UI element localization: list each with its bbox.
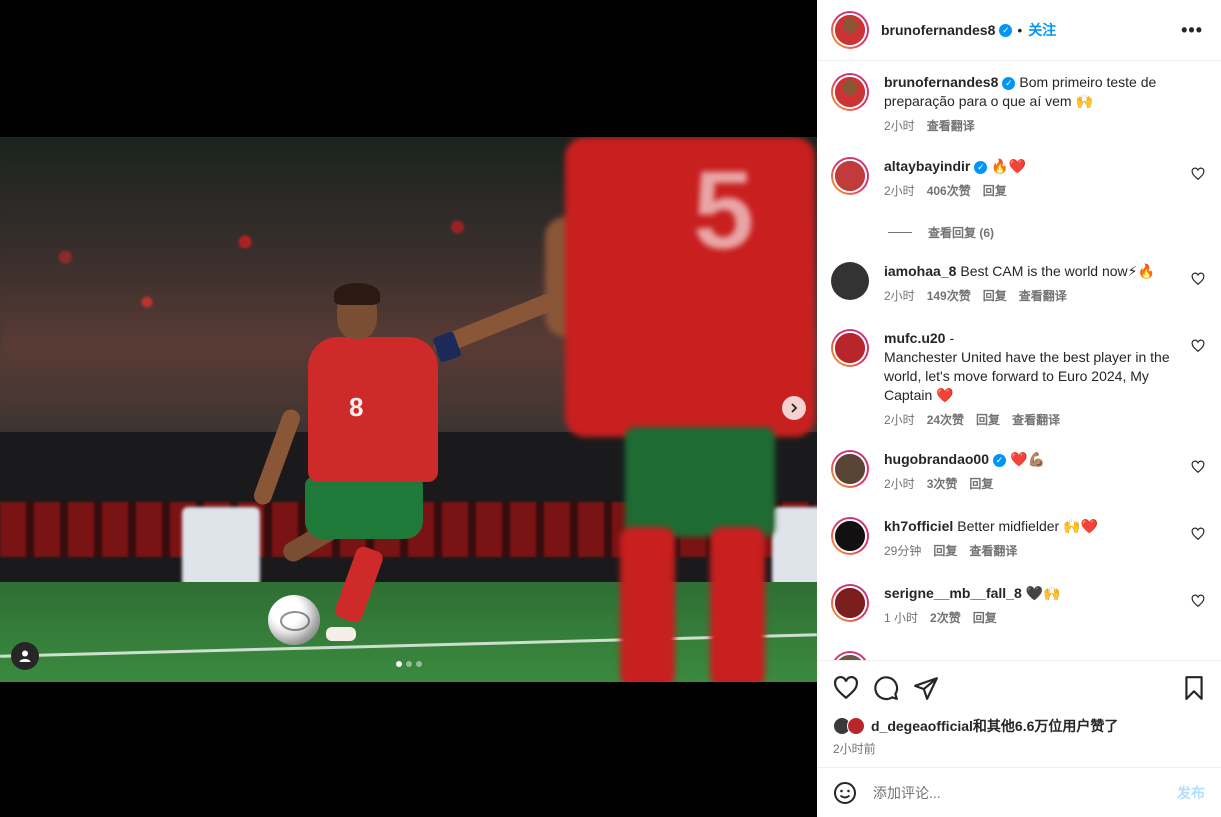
comment-item: iamohaa_8 Best CAM is the world now⚡🔥 2小时…: [831, 262, 1211, 306]
comment-avatar[interactable]: [831, 329, 869, 367]
comment-username[interactable]: kh7officiel: [884, 518, 953, 534]
follow-button[interactable]: 关注: [1028, 20, 1056, 40]
comment-time: 1 小时: [884, 611, 919, 625]
comment-username[interactable]: serigne__mb__fall_8: [884, 585, 1022, 601]
post-timestamp: 2小时前: [833, 742, 876, 756]
comment-likes[interactable]: 3次赞: [927, 475, 958, 494]
comment-text: Best CAM is the world now⚡🔥: [960, 263, 1155, 279]
football: [268, 595, 320, 645]
see-translation-button[interactable]: 查看翻译: [927, 117, 975, 136]
comment-time: 2小时: [884, 477, 915, 491]
likes-count-text[interactable]: 和其他6.6万位用户赞了: [973, 716, 1118, 736]
comment-text: 🔥❤️: [991, 158, 1027, 174]
caption: brunofernandes8 ✓ Bom primeiro teste de pr…: [831, 73, 1211, 136]
author-username[interactable]: brunofernandes8: [881, 22, 995, 38]
liker-username[interactable]: d_degeaofficial: [871, 718, 973, 734]
comment-text: 🖤🙌: [1025, 585, 1061, 601]
comment-item: altaybayindir ✓ 🔥❤️ 2小时 406次赞 回复: [831, 157, 1211, 201]
comment-item: kh7officiel Better midfielder 🙌❤️ 29分钟 回复…: [831, 517, 1211, 561]
comment-time: 2小时: [884, 184, 915, 198]
like-comment-heart-icon[interactable]: [1191, 339, 1205, 353]
carousel-dot: [396, 661, 402, 667]
see-translation-button[interactable]: 查看翻译: [969, 542, 1017, 561]
caption-author-avatar[interactable]: [831, 73, 869, 111]
carousel-indicator: [396, 661, 422, 667]
reply-button[interactable]: 回复: [983, 287, 1007, 306]
comment-likes[interactable]: 406次赞: [927, 182, 971, 201]
likes-summary: d_degeaofficial 和其他6.6万位用户赞了: [833, 716, 1118, 736]
reply-button[interactable]: 回复: [933, 542, 957, 561]
view-replies-button[interactable]: 查看回复 (6): [888, 224, 994, 241]
comment-text: ❤️💪🏽: [1010, 451, 1045, 467]
verified-badge-icon: ✓: [993, 453, 1007, 467]
verified-badge-icon: ✓: [974, 160, 988, 174]
chevron-right-icon: [791, 403, 798, 413]
shirt-number: 8: [349, 392, 364, 422]
comment-item: hugobrandao00 ✓ ❤️💪🏽 2小时 3次赞 回复: [831, 450, 1211, 494]
comment-avatar[interactable]: [831, 651, 869, 660]
comment-likes[interactable]: 24次赞: [927, 411, 964, 430]
separator-dot: •: [1017, 22, 1023, 38]
comment-bubble-icon[interactable]: [873, 675, 899, 701]
like-comment-heart-icon[interactable]: [1191, 594, 1205, 608]
comment-avatar[interactable]: [831, 584, 869, 622]
caption-username[interactable]: brunofernandes8: [884, 74, 998, 90]
foreground-shirt-number: 5: [693, 149, 755, 272]
comment-item: mufc.u20- Manchester United have the bes…: [831, 329, 1211, 430]
see-translation-button[interactable]: 查看翻译: [1019, 287, 1067, 306]
emoji-icon[interactable]: [833, 781, 857, 805]
comment-username[interactable]: mufc.u20: [884, 330, 945, 346]
like-comment-heart-icon[interactable]: [1191, 460, 1205, 474]
post-side-panel: brunofernandes8 ✓ • 关注 ••• brunofernande…: [817, 0, 1221, 817]
tagged-users-button[interactable]: [11, 642, 39, 670]
carousel-dot: [406, 661, 412, 667]
comment-avatar[interactable]: [831, 450, 869, 488]
like-comment-heart-icon[interactable]: [1191, 272, 1205, 286]
media-pane: 8 5: [0, 0, 817, 817]
like-comment-heart-icon[interactable]: [1191, 167, 1205, 181]
share-send-icon[interactable]: [913, 675, 939, 701]
like-heart-icon[interactable]: [833, 675, 859, 701]
liker-avatar: [847, 717, 865, 735]
like-comment-heart-icon[interactable]: [1191, 527, 1205, 541]
comment-text: Better midfielder 🙌❤️: [957, 518, 1098, 534]
comment-item-partial: [831, 651, 1211, 660]
post-actions: d_degeaofficial 和其他6.6万位用户赞了 2小时前: [817, 660, 1221, 767]
comments-list[interactable]: brunofernandes8 ✓ Bom primeiro teste de pr…: [817, 61, 1221, 660]
post-header: brunofernandes8 ✓ • 关注 •••: [817, 0, 1221, 61]
comment-time: 29分钟: [884, 544, 922, 558]
caption-time: 2小时: [884, 119, 915, 133]
comment-input[interactable]: [873, 784, 1163, 801]
add-comment-bar: 发布: [817, 767, 1221, 817]
comment-username[interactable]: iamohaa_8: [884, 263, 956, 279]
post-comment-button[interactable]: 发布: [1177, 783, 1205, 803]
comment-avatar[interactable]: [831, 157, 869, 195]
verified-badge-icon: ✓: [1002, 76, 1016, 90]
verified-badge-icon: ✓: [999, 23, 1013, 37]
post-photo[interactable]: 8 5: [0, 137, 817, 682]
comment-time: 2小时: [884, 413, 915, 427]
reply-button[interactable]: 回复: [973, 609, 997, 628]
reply-button[interactable]: 回复: [969, 475, 993, 494]
author-avatar[interactable]: [831, 11, 869, 49]
comment-username[interactable]: hugobrandao00: [884, 451, 989, 467]
comment-username[interactable]: altaybayindir: [884, 158, 970, 174]
carousel-next-button[interactable]: [782, 396, 806, 420]
user-icon: [19, 650, 31, 662]
see-translation-button[interactable]: 查看翻译: [1012, 411, 1060, 430]
reply-button[interactable]: 回复: [976, 411, 1000, 430]
comment-time: 2小时: [884, 289, 915, 303]
reply-button[interactable]: 回复: [983, 182, 1007, 201]
comment-avatar[interactable]: [831, 262, 869, 300]
bookmark-save-icon[interactable]: [1181, 675, 1207, 701]
carousel-dot: [416, 661, 422, 667]
comment-item: serigne__mb__fall_8 🖤🙌 1 小时 2次赞 回复: [831, 584, 1211, 628]
comment-likes[interactable]: 2次赞: [930, 609, 961, 628]
comment-likes[interactable]: 149次赞: [927, 287, 971, 306]
comment-avatar[interactable]: [831, 517, 869, 555]
view-replies-label: 查看回复 (6): [928, 226, 995, 240]
foreground-player: 5: [545, 137, 815, 682]
more-options-icon[interactable]: •••: [1181, 20, 1203, 41]
